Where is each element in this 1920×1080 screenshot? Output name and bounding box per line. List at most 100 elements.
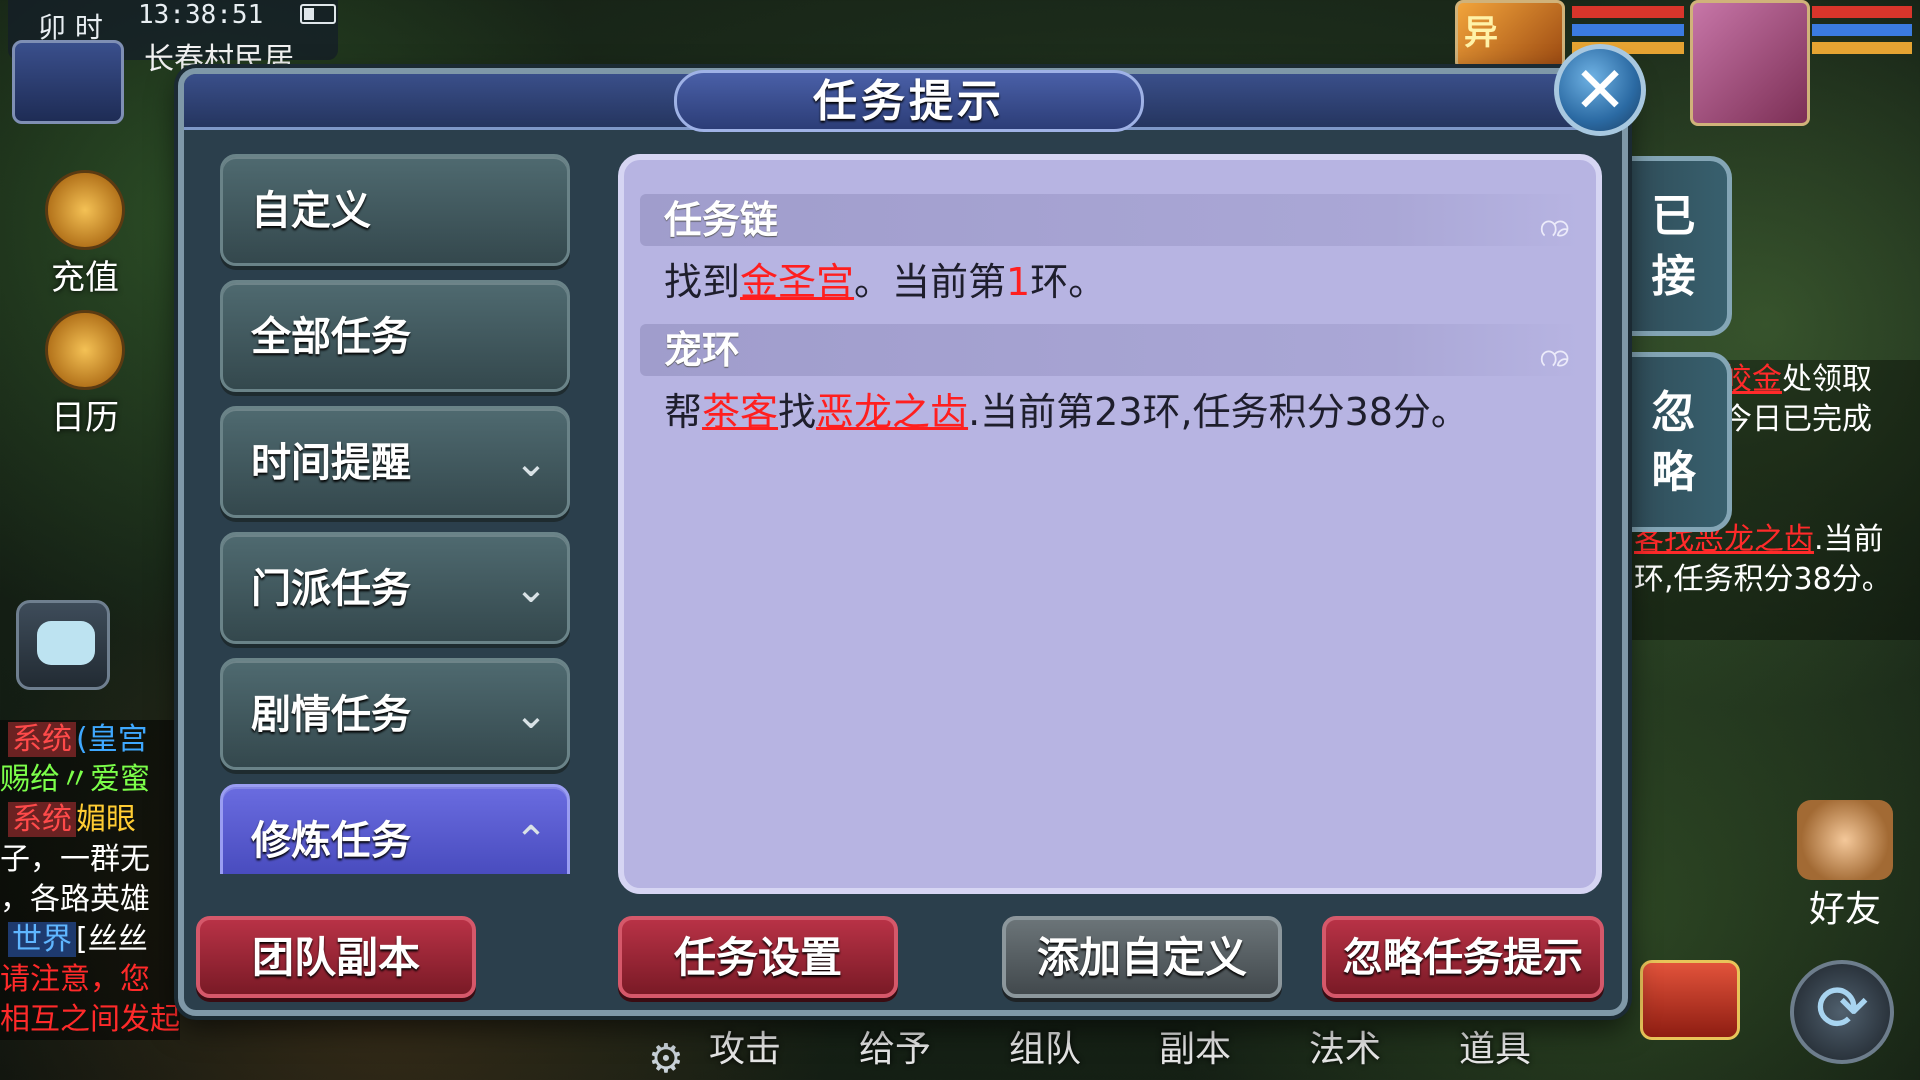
team-dungeon-button[interactable]: 团队副本 (196, 916, 476, 998)
chat-line: 请注意，您 (0, 960, 180, 1000)
cloud-swirl-icon: ꩠ (1538, 335, 1570, 375)
chat-text: 请注意，您 (0, 962, 150, 997)
quest-title: 任务链 (664, 198, 779, 242)
chat-line: 系统 (皇宫 (0, 720, 180, 760)
chevron-down-icon: ⌄ (514, 566, 548, 612)
menu-attack[interactable]: 攻击 (700, 1020, 790, 1080)
add-custom-button[interactable]: 添加自定义 (1002, 916, 1282, 998)
chat-button[interactable] (16, 600, 110, 690)
tab-accepted[interactable]: 已 接 (1620, 156, 1732, 336)
chat-log[interactable]: 系统 (皇宫 赐给〃爱蜜 系统 媚眼 子，一群无 ，各路英雄 世界 [丝丝 请注意，您… (0, 720, 180, 1040)
menu-dungeon[interactable]: 副本 (1150, 1020, 1240, 1080)
close-icon: ✕ (1573, 54, 1627, 128)
chat-text: [丝丝 (76, 922, 148, 957)
player-anger-bar (1812, 42, 1912, 54)
tab-ignored[interactable]: 忽 略 (1620, 352, 1732, 532)
quest-text: .当前第23环,任务积分38分。 (968, 390, 1469, 434)
menu-items[interactable]: 道具 (1450, 1020, 1540, 1080)
pet-badge: 异 (1464, 13, 1498, 53)
recharge-label: 充值 (51, 258, 119, 298)
calendar-button[interactable]: 日历 (30, 310, 140, 439)
cloud-swirl-icon: ꩠ (1538, 205, 1570, 245)
tracker-text: .当前 (1814, 522, 1884, 557)
bottom-menu: 攻击 给予 组队 副本 法术 道具 (700, 1020, 1800, 1080)
category-sect-quests[interactable]: 门派任务 ⌄ (220, 532, 570, 644)
quest-section-header: 任务链 ꩠ (640, 194, 1580, 246)
chat-line: 赐给〃爱蜜 (0, 760, 180, 800)
category-list[interactable]: 自定义 全部任务 时间提醒 ⌄ 门派任务 ⌄ 剧情任务 ⌄ 修炼任务 ⌃ (220, 154, 570, 874)
quest-text: 找到 (664, 260, 741, 304)
quest-description: 找到金圣宫。当前第1环。 (664, 252, 1580, 312)
quest-text: 。当前第 (854, 260, 1007, 304)
ignore-quest-hint-button[interactable]: 忽略任务提示 (1322, 916, 1604, 998)
chat-channel-tag: 系统 (8, 802, 76, 837)
player-avatar[interactable] (1690, 0, 1810, 126)
chat-bubble-icon (37, 621, 95, 665)
category-label: 剧情任务 (251, 692, 411, 738)
chat-line: 世界 [丝丝 (0, 920, 180, 960)
chat-text: (皇宫 (76, 722, 148, 757)
chat-text: ，各路英雄 (0, 882, 150, 917)
pet-mp-bar (1572, 24, 1684, 36)
friend-label: 好友 (1808, 889, 1881, 930)
chat-text: 子，一群无 (0, 842, 150, 877)
category-custom[interactable]: 自定义 (220, 154, 570, 266)
category-cultivation-quests[interactable]: 修炼任务 ⌃ (220, 784, 570, 874)
friend-button[interactable]: 好友 (1790, 800, 1900, 932)
chevron-down-icon: ⌄ (514, 440, 548, 486)
title-plate: 任务提示 (674, 70, 1144, 132)
chat-text: 媚眼 (76, 802, 136, 837)
player-hp-bar (1812, 6, 1912, 18)
menu-spell[interactable]: 法术 (1300, 1020, 1390, 1080)
chevron-up-icon: ⌃ (514, 818, 548, 864)
quest-ring-number: 1 (1006, 260, 1031, 304)
minimap-icon[interactable] (12, 40, 124, 124)
quest-description: 帮茶客找恶龙之齿.当前第23环,任务积分38分。 (664, 382, 1580, 442)
pet-portrait[interactable]: 异 (1455, 0, 1565, 70)
recharge-button[interactable]: 充值 (30, 170, 140, 299)
chat-line: 子，一群无 (0, 840, 180, 880)
category-label: 自定义 (251, 188, 371, 234)
category-all-quests[interactable]: 全部任务 (220, 280, 570, 392)
quest-hint-dialog: 任务提示 ✕ 自定义 全部任务 时间提醒 ⌄ 门派任务 ⌄ 剧情任务 ⌄ 修炼任… (178, 44, 1646, 1016)
dialog-header: 任务提示 (184, 70, 1622, 132)
chat-line: 系统 媚眼 (0, 800, 180, 840)
quest-section: 宠环 ꩠ 帮茶客找恶龙之齿.当前第23环,任务积分38分。 (640, 324, 1580, 442)
chat-line: 相互之间发起战斗！ (0, 1000, 180, 1040)
category-label: 门派任务 (251, 566, 411, 612)
menu-give[interactable]: 给予 (850, 1020, 940, 1080)
close-button[interactable]: ✕ (1554, 44, 1646, 136)
tracker-line: 环,任务积分38分。 (1634, 562, 1892, 597)
quest-section: 任务链 ꩠ 找到金圣宫。当前第1环。 (640, 194, 1580, 312)
quest-content-panel: 任务链 ꩠ 找到金圣宫。当前第1环。 宠环 ꩠ 帮茶客找恶龙之齿.当前第23环,… (618, 154, 1602, 894)
tab-ignored-label: 忽 略 (1651, 387, 1696, 498)
quest-text: 找 (778, 390, 817, 434)
quest-section-header: 宠环 ꩠ (640, 324, 1580, 376)
clock: 13:38:51 (138, 0, 264, 30)
calendar-label: 日历 (51, 398, 119, 438)
tab-accepted-label: 已 接 (1651, 191, 1696, 302)
menu-team[interactable]: 组队 (1000, 1020, 1090, 1080)
chevron-down-icon: ⌄ (514, 692, 548, 738)
player-status-bars (1812, 6, 1912, 60)
handshake-icon (1797, 800, 1893, 880)
quest-title: 宠环 (664, 328, 741, 372)
tracker-text: 处领取 (1782, 362, 1872, 397)
quest-npc-link[interactable]: 金圣宫 (740, 260, 854, 304)
refresh-button[interactable] (1790, 960, 1894, 1064)
quest-text: 环。 (1030, 260, 1107, 304)
quest-settings-button[interactable]: 任务设置 (618, 916, 898, 998)
category-story-quests[interactable]: 剧情任务 ⌄ (220, 658, 570, 770)
quest-item-link[interactable]: 恶龙之齿 (816, 390, 968, 434)
calendar-icon (45, 310, 125, 390)
treasure-chest-icon (45, 170, 125, 250)
settings-gear-icon[interactable]: ⚙ (648, 1036, 684, 1080)
category-label: 全部任务 (251, 314, 411, 360)
quest-npc-link[interactable]: 茶客 (702, 390, 778, 434)
category-time-reminder[interactable]: 时间提醒 ⌄ (220, 406, 570, 518)
pet-hp-bar (1572, 6, 1684, 18)
chat-channel-tag: 世界 (8, 922, 76, 957)
battery-icon (300, 4, 336, 24)
quest-text: 帮 (664, 390, 703, 434)
category-label: 修炼任务 (251, 818, 411, 864)
